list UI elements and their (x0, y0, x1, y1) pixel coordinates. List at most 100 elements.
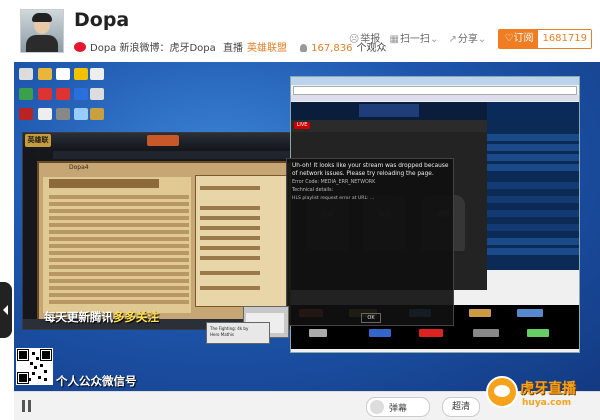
lol-topbar: 英雄联盟 (23, 133, 307, 157)
report-label: 举报 (360, 34, 381, 45)
list-item[interactable] (200, 206, 260, 210)
browser-address-bar[interactable] (293, 86, 577, 95)
sponsor-logo (309, 329, 327, 337)
list-item[interactable] (487, 224, 579, 231)
error-detail-label: Technical details: (292, 188, 334, 193)
list-item[interactable] (49, 230, 189, 234)
list-item[interactable] (49, 272, 189, 276)
list-item[interactable] (200, 286, 260, 290)
error-code: Error Code: MEDIA_ERR_NETWORK (292, 180, 376, 185)
lol-nav (53, 151, 307, 159)
channel-header: Dopa Dopa 新浪微博：虎牙Dopa 直播 英雄联盟 167,836 个观众 … (0, 0, 600, 62)
sidebar-collapse-button[interactable] (0, 282, 12, 338)
list-item[interactable] (200, 216, 260, 220)
list-item[interactable] (49, 202, 189, 206)
report-button[interactable]: ☹举报 (349, 30, 380, 45)
danmaku-toggle[interactable]: 弹幕 (366, 397, 430, 417)
desktop-icon[interactable] (19, 68, 33, 80)
desktop-icon[interactable] (19, 88, 33, 100)
list-item[interactable] (200, 271, 260, 275)
sponsor-logo (517, 309, 543, 317)
list-item[interactable] (49, 300, 189, 304)
list-item[interactable] (200, 246, 260, 250)
list-item[interactable] (49, 237, 189, 241)
huya-watermark: 虎牙直播 huya.com (482, 374, 598, 418)
huya-logo-icon (486, 376, 518, 408)
error-ok-button[interactable]: OK (361, 313, 381, 323)
stream-error-dialog: Uh-oh! It looks like your stream was dro… (286, 158, 454, 326)
desktop-icon[interactable] (74, 88, 88, 100)
list-item[interactable] (49, 195, 189, 199)
weibo-link[interactable]: Dopa 新浪微博：虎牙Dopa (90, 43, 216, 54)
list-item[interactable] (49, 223, 189, 227)
desktop-icon[interactable] (74, 68, 88, 80)
list-item[interactable] (487, 134, 579, 141)
error-title: Uh-oh! It looks like your stream was dro… (292, 163, 449, 177)
desktop-icon[interactable] (56, 108, 70, 120)
desktop-icon[interactable] (56, 68, 70, 80)
list-item[interactable] (487, 144, 579, 151)
match-schedule (487, 120, 579, 270)
list-item[interactable] (200, 226, 260, 230)
list-item[interactable] (200, 256, 260, 260)
list-item[interactable] (487, 238, 579, 245)
lol-logo: 英雄联盟 (25, 134, 51, 157)
video-player[interactable]: 英雄联盟 Dopa4 LIVE Uh-oh! It looks like you… (14, 62, 600, 391)
list-item[interactable] (49, 265, 189, 269)
overlay-white-text: 每天更新腾讯 (44, 310, 113, 324)
pause-icon[interactable] (22, 400, 32, 412)
streamer-avatar[interactable] (20, 9, 64, 53)
media-window[interactable]: The Fighting: 4k by Hero Mathis (206, 322, 270, 344)
list-item[interactable] (487, 182, 579, 189)
list-item[interactable] (200, 186, 260, 190)
desktop-icon[interactable] (90, 88, 104, 100)
list-item[interactable] (487, 196, 579, 203)
desktop-icon[interactable] (90, 68, 104, 80)
media-subtitle: Hero Mathis (210, 332, 234, 337)
streamer-name: Dopa (74, 9, 130, 31)
desktop-icon[interactable] (56, 88, 70, 100)
toggle-knob (370, 400, 384, 414)
quality-button[interactable]: 超清 (442, 397, 480, 417)
browser-titlebar (291, 77, 579, 85)
category-link[interactable]: 英雄联盟 (247, 43, 287, 54)
list-item[interactable] (49, 258, 189, 262)
huya-url: huya.com (522, 398, 572, 408)
list-item[interactable] (49, 286, 189, 290)
lol-client-window[interactable]: 英雄联盟 Dopa4 (22, 132, 308, 330)
list-item[interactable] (200, 236, 260, 240)
sponsor-logo (469, 309, 491, 317)
list-item[interactable] (49, 279, 189, 283)
embed-topbar: LIVE (291, 120, 487, 132)
sponsor-logo (419, 329, 443, 337)
list-item[interactable] (49, 251, 189, 255)
lol-player-name: Dopa4 (69, 164, 89, 171)
viewer-icon (300, 44, 308, 52)
list-item[interactable] (487, 164, 579, 171)
desktop-icon[interactable] (90, 108, 104, 120)
list-item[interactable] (49, 244, 189, 248)
subscribe-button[interactable]: ♡订阅 1681719 (498, 29, 592, 49)
list-item[interactable] (487, 248, 579, 255)
list-item[interactable] (49, 293, 189, 297)
desktop-icon[interactable] (19, 108, 33, 120)
share-button[interactable]: ↗分享⌄ (449, 30, 488, 45)
report-icon: ☹ (348, 34, 360, 45)
sponsor-logo (527, 329, 549, 337)
lol-play-button[interactable] (147, 135, 179, 146)
desktop-icon[interactable] (38, 108, 52, 120)
list-item[interactable] (49, 209, 189, 213)
list-item[interactable] (49, 216, 189, 220)
scan-button[interactable]: ▦扫一扫⌄ (389, 30, 439, 45)
list-item[interactable] (487, 210, 579, 217)
desktop-icon[interactable] (38, 88, 52, 100)
list-item[interactable] (487, 154, 579, 161)
error-url: HLS playlist request error at URL: ... (292, 196, 375, 201)
media-title: The Fighting: 4k by (210, 326, 249, 331)
lol-profile-panel: Dopa4 (37, 161, 295, 321)
lol-match-list (43, 177, 191, 313)
desktop-icon[interactable] (74, 108, 88, 120)
overlay-yellow-text: 多多关注 (113, 310, 159, 324)
subscribe-label: 订阅 (513, 33, 534, 44)
desktop-icon[interactable] (38, 68, 52, 80)
